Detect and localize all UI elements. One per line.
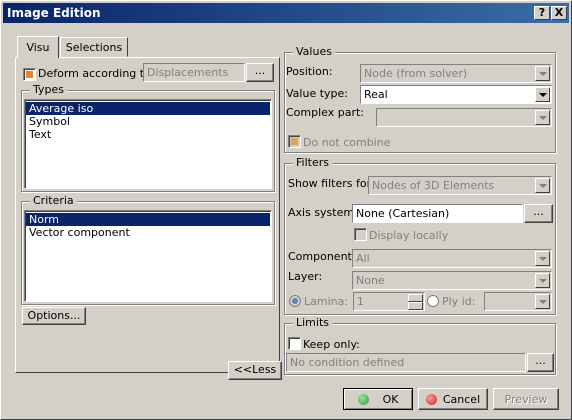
options-button[interactable]: Options... <box>22 307 86 325</box>
component-label: Component: <box>288 250 356 263</box>
axis-system-label: Axis system: <box>288 206 358 219</box>
layer-label: Layer: <box>288 270 323 283</box>
layer-value: None <box>356 274 385 287</box>
lamina-label: Lamina: <box>304 295 349 308</box>
display-locally-label: Display locally <box>369 229 449 242</box>
position-value: Node (from solver) <box>364 67 468 80</box>
component-select: All <box>352 249 552 268</box>
value-type-value: Real <box>364 88 388 101</box>
lamina-value: 1 <box>357 295 364 308</box>
position-select: Node (from solver) <box>360 64 552 83</box>
complex-part-label: Complex part: <box>286 106 365 119</box>
deform-label: Deform according to <box>38 67 151 80</box>
complex-part-select <box>376 108 552 127</box>
values-title: Values <box>293 45 335 58</box>
spin-up-icon <box>408 294 423 302</box>
ply-id-radio[interactable] <box>427 295 439 307</box>
tab-selections[interactable]: Selections <box>60 37 128 57</box>
value-type-label: Value type: <box>286 87 348 100</box>
cancel-button[interactable]: Cancel <box>418 388 488 410</box>
preview-button: Preview <box>493 388 559 410</box>
keep-only-checkbox[interactable] <box>288 337 301 350</box>
close-button[interactable]: X <box>551 6 567 20</box>
component-value: All <box>356 252 370 265</box>
chevron-down-icon <box>535 66 550 81</box>
list-item[interactable]: Norm <box>26 213 270 226</box>
lamina-spinner: 1 <box>353 292 425 311</box>
display-locally-checkbox <box>354 228 367 241</box>
value-type-select[interactable]: Real <box>360 85 552 104</box>
show-filters-label: Show filters for: <box>288 177 375 190</box>
types-list[interactable]: Average iso Symbol Text <box>24 99 272 189</box>
chevron-down-icon <box>535 178 550 193</box>
limits-browse-button[interactable]: ... <box>527 353 554 372</box>
do-not-combine-checkbox <box>288 135 301 148</box>
criteria-title: Criteria <box>30 194 77 207</box>
show-filters-value: Nodes of 3D Elements <box>372 179 495 192</box>
axis-system-value: None (Cartesian) <box>356 207 450 220</box>
condition-field: No condition defined <box>286 353 526 372</box>
spin-down-icon <box>408 302 423 310</box>
ok-icon <box>357 394 369 405</box>
deform-field: Displacements <box>143 63 245 82</box>
list-item[interactable]: Average iso <box>26 102 270 115</box>
condition-placeholder: No condition defined <box>290 356 405 369</box>
cancel-icon <box>425 394 437 405</box>
deform-value: Displacements <box>147 66 229 79</box>
ply-id-select <box>484 292 552 311</box>
list-item[interactable]: Symbol <box>26 115 270 128</box>
lamina-radio <box>289 295 301 307</box>
less-button[interactable]: <<Less <box>228 361 282 380</box>
axis-system-field[interactable]: None (Cartesian) <box>352 204 523 223</box>
chevron-down-icon <box>535 110 550 125</box>
title-bar: Image Edition ? X <box>3 3 569 23</box>
ok-button[interactable]: OK <box>343 388 413 410</box>
chevron-down-icon <box>535 251 550 266</box>
types-title: Types <box>30 83 67 96</box>
chevron-down-icon <box>535 294 550 309</box>
deform-checkbox[interactable] <box>23 68 36 81</box>
filters-title: Filters <box>293 156 332 169</box>
keep-only-label: Keep only: <box>303 338 360 351</box>
help-button[interactable]: ? <box>534 6 550 20</box>
chevron-down-icon[interactable] <box>535 87 550 102</box>
layer-select: None <box>352 271 552 290</box>
image-edition-dialog: Image Edition ? X Visu Selections Deform… <box>0 0 572 420</box>
do-not-combine-label: Do not combine <box>303 136 391 149</box>
position-label: Position: <box>286 65 333 78</box>
limits-title: Limits <box>293 316 332 329</box>
list-item[interactable]: Text <box>26 128 270 141</box>
list-item[interactable]: Vector component <box>26 226 270 239</box>
criteria-list[interactable]: Norm Vector component <box>24 210 272 302</box>
cancel-label: Cancel <box>442 393 481 406</box>
deform-browse-button[interactable]: ... <box>246 63 274 82</box>
tab-visu[interactable]: Visu <box>17 36 59 58</box>
show-filters-select: Nodes of 3D Elements <box>368 176 552 195</box>
axis-system-browse-button[interactable]: ... <box>524 204 553 223</box>
ply-id-label: Ply id: <box>442 295 476 308</box>
window-title: Image Edition <box>7 6 101 20</box>
ok-label: OK <box>382 393 399 406</box>
chevron-down-icon <box>535 273 550 288</box>
